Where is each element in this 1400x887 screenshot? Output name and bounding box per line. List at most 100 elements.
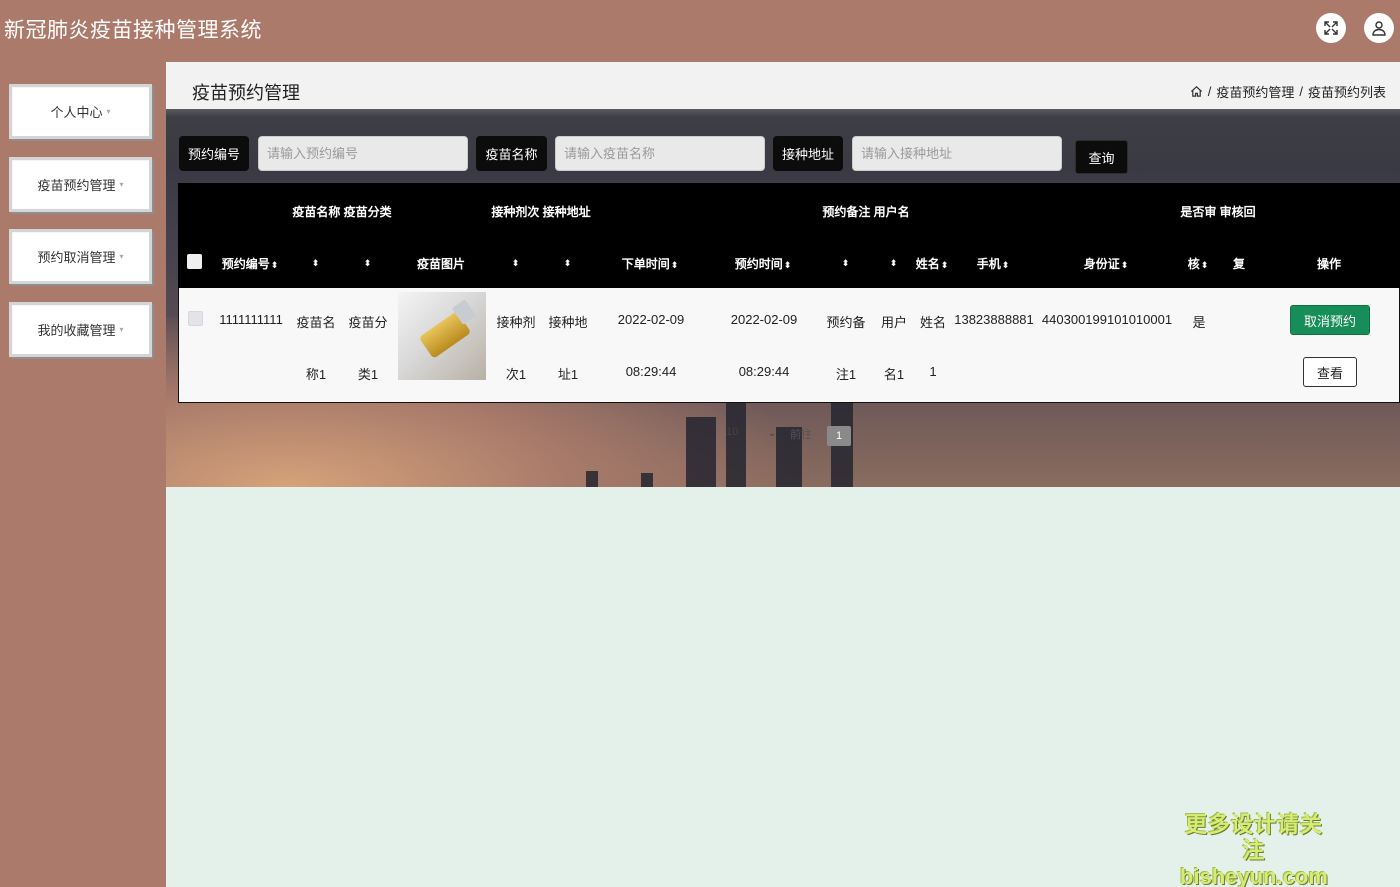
order-no-label: 预约编号 xyxy=(179,136,249,171)
cell-phone: 13823888881 xyxy=(954,312,1034,327)
user-icon xyxy=(1372,21,1386,36)
goto-label: 前往 xyxy=(790,429,812,441)
header-group-audit: 是否审 审核回 xyxy=(1180,205,1256,219)
column-audit[interactable]: 核⬍ xyxy=(1188,255,1209,272)
column-dose[interactable]: ⬍ xyxy=(511,255,520,269)
address-label: 接种地址 xyxy=(773,136,843,171)
page-title: 疫苗预约管理 xyxy=(192,83,300,103)
vaccine-image[interactable] xyxy=(398,292,486,380)
sidebar-item-label: 个人中心 xyxy=(50,105,103,120)
cell-order-no: 1111111111 xyxy=(219,312,283,327)
breadcrumb-separator: / xyxy=(1299,84,1303,99)
header-group-note: 预约备注 用户名 xyxy=(822,205,910,219)
sidebar-item-label: 疫苗预约管理 xyxy=(37,178,116,193)
column-phone[interactable]: 手机⬍ xyxy=(977,255,1010,272)
cell-dose-line2: 次1 xyxy=(505,367,527,382)
cell-note-line1: 预约备 xyxy=(826,315,866,330)
column-order-time[interactable]: 下单时间⬍ xyxy=(622,255,679,272)
fullscreen-icon xyxy=(1324,21,1338,35)
vaccine-name-input[interactable] xyxy=(555,136,765,171)
view-button[interactable]: 查看 xyxy=(1303,357,1357,387)
sidebar-item-appointment-cancel[interactable]: 预约取消管理 ▾ xyxy=(9,229,152,284)
cell-name-line1: 姓名 xyxy=(919,315,947,330)
column-label: 下单时间 xyxy=(621,257,670,271)
breadcrumb-level1[interactable]: 疫苗预约管理 xyxy=(1216,82,1294,101)
caret-down-icon: ▾ xyxy=(119,252,124,261)
sort-icon[interactable]: ⬍ xyxy=(890,258,898,268)
table-header: 疫苗名称 疫苗分类 接种剂次 接种地址 预约备注 用户名 是否审 审核回 预约编… xyxy=(178,183,1400,288)
column-label: 身份证 xyxy=(1083,257,1120,271)
sidebar-item-label: 预约取消管理 xyxy=(37,250,116,265)
sort-icon[interactable]: ⬍ xyxy=(842,258,850,268)
cell-username-line2: 名1 xyxy=(883,367,905,382)
cell-order-date: 2022-02-09 xyxy=(617,312,685,327)
cell-vaccine-name-line2: 称1 xyxy=(305,367,327,382)
home-icon[interactable] xyxy=(1190,85,1203,98)
sort-icon[interactable]: ⬍ xyxy=(564,258,572,268)
sort-icon[interactable]: ⬍ xyxy=(271,260,279,270)
cell-address-line1: 接种地 xyxy=(548,315,588,330)
breadcrumb: / 疫苗预约管理 / 疫苗预约列表 xyxy=(1190,82,1386,101)
watermark-line1: 更多设计请关注 xyxy=(1184,812,1323,863)
column-order-no[interactable]: 预约编号⬍ xyxy=(222,255,279,272)
header-group-vaccine: 疫苗名称 疫苗分类 xyxy=(292,205,392,219)
page-header: 疫苗预约管理 / 疫苗预约管理 / 疫苗预约列表 xyxy=(166,62,1400,109)
sort-icon[interactable]: ⬍ xyxy=(512,258,520,268)
caret-down-icon: ▾ xyxy=(119,325,124,334)
page-number-1[interactable]: 1 xyxy=(827,426,851,446)
search-button[interactable]: 查询 xyxy=(1075,140,1128,174)
column-name[interactable]: 姓名⬍ xyxy=(916,255,949,272)
cell-audit: 是 xyxy=(1192,315,1206,330)
cell-vaccine-type-line1: 疫苗分 xyxy=(348,315,388,330)
order-no-input[interactable] xyxy=(258,136,468,171)
column-actions: 操作 xyxy=(1316,257,1342,271)
sort-icon[interactable]: ⬍ xyxy=(1121,260,1129,270)
select-all-checkbox[interactable] xyxy=(187,254,202,269)
fullscreen-button[interactable] xyxy=(1316,13,1346,43)
caret-down-icon: ▾ xyxy=(119,180,124,189)
chevron-down-icon[interactable]: ⌄ xyxy=(768,428,776,439)
column-image: 疫苗图片 xyxy=(416,257,466,271)
column-vaccine-type[interactable]: ⬍ xyxy=(363,255,372,269)
sort-icon[interactable]: ⬍ xyxy=(312,258,320,268)
cell-id-card: 440300199101010001 xyxy=(1041,312,1173,327)
sort-icon[interactable]: ⬍ xyxy=(671,260,679,270)
sort-icon[interactable]: ⬍ xyxy=(1002,260,1010,270)
address-input[interactable] xyxy=(852,136,1062,171)
column-vaccine-name[interactable]: ⬍ xyxy=(311,255,320,269)
sort-icon[interactable]: ⬍ xyxy=(941,260,949,270)
column-label: 预约编号 xyxy=(221,257,270,271)
header-group-dose: 接种剂次 接种地址 xyxy=(491,205,591,219)
page-size-select[interactable]: 10 xyxy=(726,426,738,438)
user-button[interactable] xyxy=(1364,13,1394,43)
app-title: 新冠肺炎疫苗接种管理系统 xyxy=(4,19,262,42)
cancel-appointment-button[interactable]: 取消预约 xyxy=(1290,305,1370,335)
top-header: 新冠肺炎疫苗接种管理系统 xyxy=(0,0,1400,62)
column-appoint-time[interactable]: 预约时间⬍ xyxy=(735,255,792,272)
column-label: 手机 xyxy=(976,257,1001,271)
sidebar-item-vaccine-appointment[interactable]: 疫苗预约管理 ▾ xyxy=(9,157,152,212)
cell-dose-line1: 接种剂 xyxy=(496,315,536,330)
table-row: 1111111111 疫苗名 称1 疫苗分 类1 接种剂 次1 接种地 址1 2… xyxy=(178,288,1400,403)
sidebar-item-favorites[interactable]: 我的收藏管理 ▾ xyxy=(9,302,152,357)
sidebar-item-personal-center[interactable]: 个人中心 ▾ xyxy=(9,84,152,139)
caret-down-icon: ▾ xyxy=(106,107,111,116)
cell-order-clock: 08:29:44 xyxy=(625,364,677,379)
cell-username-line1: 用户 xyxy=(880,315,908,330)
column-note[interactable]: ⬍ xyxy=(841,255,850,269)
sort-icon[interactable]: ⬍ xyxy=(364,258,372,268)
column-username[interactable]: ⬍ xyxy=(889,255,898,269)
sort-icon[interactable]: ⬍ xyxy=(1201,260,1209,270)
row-checkbox[interactable] xyxy=(188,311,203,326)
cell-vaccine-name-line1: 疫苗名 xyxy=(296,315,336,330)
breadcrumb-separator: / xyxy=(1207,84,1212,99)
cell-address-line2: 址1 xyxy=(557,367,579,382)
cell-note-line2: 注1 xyxy=(835,367,857,382)
column-reply: 复 xyxy=(1232,257,1246,271)
column-label: 预约时间 xyxy=(734,257,783,271)
sort-icon[interactable]: ⬍ xyxy=(784,260,792,270)
column-id-card[interactable]: 身份证⬍ xyxy=(1084,255,1129,272)
column-address[interactable]: ⬍ xyxy=(563,255,572,269)
watermark: 更多设计请关注 bisheyun.com xyxy=(1174,812,1334,887)
main-content: 疫苗预约管理 / 疫苗预约管理 / 疫苗预约列表 预约编号 疫苗名称 接种地址 … xyxy=(166,62,1400,887)
